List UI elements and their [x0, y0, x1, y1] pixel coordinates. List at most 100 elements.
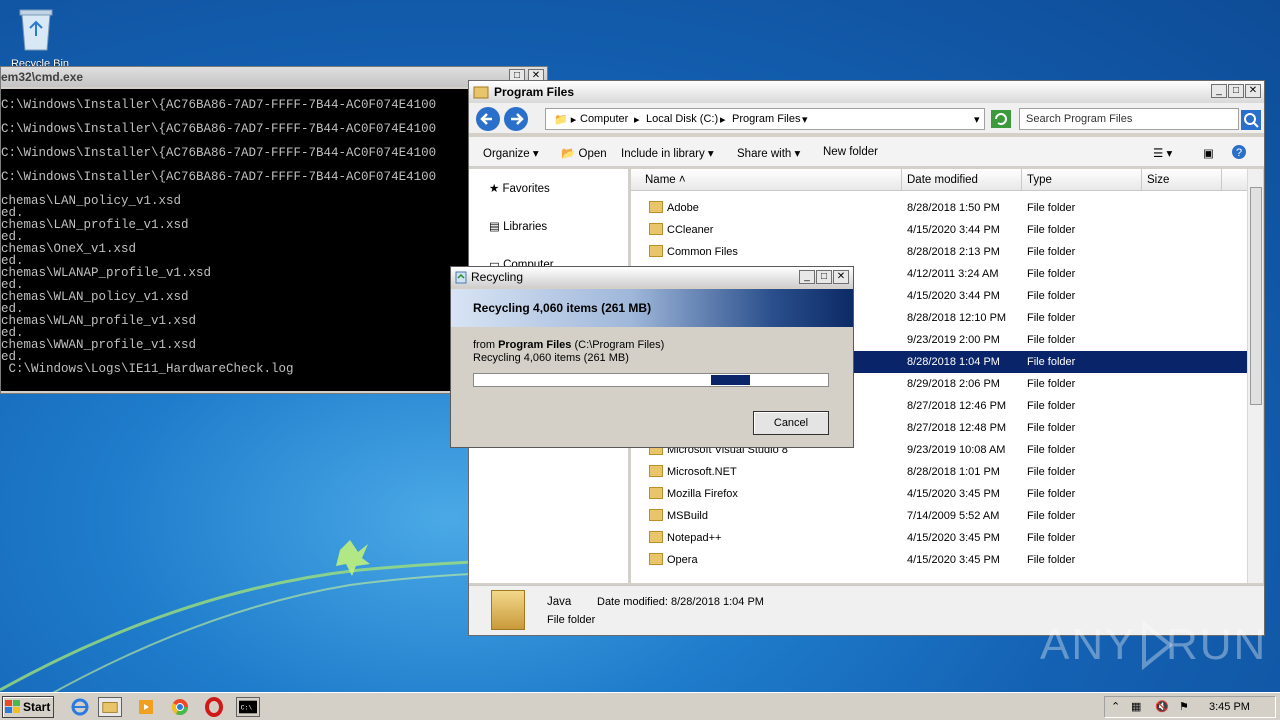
start-button[interactable]: Start [2, 696, 54, 718]
table-row[interactable]: Common Files 8/28/2018 2:13 PM File folder [631, 241, 1247, 263]
row-name: Microsoft.NET [667, 466, 737, 478]
address-bar-row: 📁 ▸ Computer ▸ Local Disk (C:) ▸ Program… [469, 103, 1264, 133]
explorer-taskbar-icon[interactable] [98, 697, 122, 717]
row-type: File folder [1027, 312, 1076, 324]
dialog-maximize-button[interactable]: □ [816, 270, 832, 284]
windows-logo-icon [5, 700, 20, 713]
vertical-scrollbar[interactable] [1247, 169, 1263, 583]
search-icon[interactable] [1241, 110, 1261, 130]
command-bar: Organize ▾ 📂 Open Include in library ▾ S… [469, 137, 1264, 167]
details-type: File folder [547, 614, 596, 626]
folder-icon [649, 553, 663, 565]
row-date: 8/28/2018 1:50 PM [907, 202, 1000, 214]
row-date: 4/15/2020 3:45 PM [907, 532, 1000, 544]
recycle-icon [455, 271, 467, 284]
preview-pane-icon[interactable]: ▣ [1203, 146, 1214, 160]
view-icon[interactable]: ☰ ▾ [1153, 146, 1172, 160]
opera-icon[interactable] [202, 697, 226, 717]
organize-button[interactable]: Organize ▾ [483, 146, 539, 160]
volume-icon[interactable]: 🔇 [1155, 700, 1169, 713]
console-line: C:\Windows\Installer\{AC76BA86-7AD7-FFFF… [1, 98, 437, 112]
back-icon[interactable] [475, 106, 501, 132]
minimize-button[interactable]: _ [1211, 84, 1227, 98]
clock[interactable]: 3:45 PM [1209, 701, 1250, 713]
dialog-title: Recycling [471, 270, 524, 284]
row-date: 8/28/2018 1:04 PM [907, 356, 1000, 368]
column-size[interactable]: Size [1147, 174, 1169, 186]
forward-icon[interactable] [503, 106, 529, 132]
maximize-button[interactable]: □ [1228, 84, 1244, 98]
row-type: File folder [1027, 268, 1076, 280]
nav-favorites[interactable]: ★ Favorites [489, 181, 550, 195]
row-name: CCleaner [667, 224, 714, 236]
row-type: File folder [1027, 246, 1076, 258]
breadcrumb-program-files[interactable]: Program Files [732, 113, 800, 125]
address-folder-icon: 📁 ▸ [554, 114, 577, 126]
explorer-titlebar[interactable]: Program Files _ □ ✕ [469, 81, 1264, 103]
action-center-flag-icon[interactable]: ⚑ [1179, 700, 1189, 713]
folder-icon [649, 487, 663, 499]
search-input[interactable]: Search Program Files [1019, 108, 1239, 130]
new-folder-button[interactable]: New folder [823, 146, 878, 158]
scrollbar-thumb[interactable] [1250, 187, 1262, 405]
table-row[interactable]: Adobe 8/28/2018 1:50 PM File folder [631, 197, 1247, 219]
folder-icon [649, 531, 663, 543]
recycling-dialog[interactable]: Recycling _ □ ✕ Recycling 4,060 items (2… [450, 266, 854, 448]
folder-icon [649, 509, 663, 521]
breadcrumb-computer[interactable]: Computer [580, 113, 628, 125]
breadcrumb-local-disk[interactable]: Local Disk (C:) [646, 113, 718, 125]
progress-bar [473, 373, 829, 387]
dialog-minimize-button[interactable]: _ [799, 270, 815, 284]
dialog-close-button[interactable]: ✕ [833, 270, 849, 284]
close-button[interactable]: ✕ [1245, 84, 1261, 98]
row-type: File folder [1027, 224, 1076, 236]
dialog-status: Recycling 4,060 items (261 MB) [473, 352, 629, 364]
table-row[interactable]: Notepad++ 4/15/2020 3:45 PM File folder [631, 527, 1247, 549]
table-row[interactable]: MSBuild 7/14/2009 5:52 AM File folder [631, 505, 1247, 527]
cmd-console[interactable]: C:\Windows\Installer\{AC76BA86-7AD7-FFFF… [1, 89, 471, 391]
dialog-heading: Recycling 4,060 items (261 MB) [473, 301, 652, 315]
watermark-logo: ANY RUN [1040, 612, 1265, 672]
media-player-icon[interactable] [134, 697, 158, 717]
row-type: File folder [1027, 202, 1076, 214]
cmd-taskbar-icon[interactable]: C:\ [236, 697, 260, 717]
chevron-down-icon[interactable]: ▾ [802, 113, 808, 126]
taskbar: Start C:\ ⌃ ▦ 🔇 ⚑ 3:45 PM [0, 692, 1280, 720]
column-type[interactable]: Type [1027, 174, 1052, 186]
open-button[interactable]: 📂 Open [561, 146, 607, 160]
chrome-icon[interactable] [168, 697, 192, 717]
explorer-title: Program Files [494, 85, 575, 99]
address-box[interactable]: 📁 ▸ Computer ▸ Local Disk (C:) ▸ Program… [545, 108, 985, 130]
row-date: 4/15/2020 3:44 PM [907, 224, 1000, 236]
table-row[interactable]: Mozilla Firefox 4/15/2020 3:45 PM File fol… [631, 483, 1247, 505]
watermark-run: RUN [1166, 620, 1268, 669]
column-name[interactable]: Name ˄ [645, 174, 686, 186]
help-icon[interactable]: ? [1231, 144, 1247, 160]
console-line: C:\Windows\Installer\{AC76BA86-7AD7-FFFF… [1, 170, 437, 184]
table-row[interactable]: Opera 4/15/2020 3:45 PM File folder [631, 549, 1247, 571]
tray-expand-icon[interactable]: ⌃ [1111, 700, 1120, 713]
table-row[interactable]: CCleaner 4/15/2020 3:44 PM File folder [631, 219, 1247, 241]
row-date: 4/15/2020 3:45 PM [907, 554, 1000, 566]
row-type: File folder [1027, 444, 1076, 456]
recycle-bin-icon[interactable]: Recycle Bin [8, 6, 69, 70]
column-date-modified[interactable]: Date modified [907, 174, 978, 186]
row-type: File folder [1027, 422, 1076, 434]
row-date: 4/15/2020 3:45 PM [907, 488, 1000, 500]
network-icon[interactable]: ▦ [1131, 700, 1141, 713]
dialog-titlebar[interactable]: Recycling _ □ ✕ [451, 267, 853, 287]
share-with-button[interactable]: Share with ▾ [737, 146, 800, 160]
cancel-button[interactable]: Cancel [753, 411, 829, 435]
refresh-icon[interactable] [991, 110, 1011, 128]
cmd-titlebar[interactable]: em32\cmd.exe □ ✕ [1, 67, 547, 87]
row-date: 9/23/2019 2:00 PM [907, 334, 1000, 346]
row-date: 8/27/2018 12:48 PM [907, 422, 1007, 434]
address-dropdown-icon[interactable]: ▾ [974, 113, 980, 126]
row-date: 7/14/2009 5:52 AM [907, 510, 1000, 522]
table-row[interactable]: Microsoft.NET 8/28/2018 1:01 PM File folde… [631, 461, 1247, 483]
include-in-library-button[interactable]: Include in library ▾ [621, 146, 714, 160]
dialog-header: Recycling 4,060 items (261 MB) [451, 289, 853, 327]
nav-libraries[interactable]: ▤ Libraries [489, 219, 547, 233]
internet-explorer-icon[interactable] [68, 697, 92, 717]
row-name: MSBuild [667, 510, 708, 522]
